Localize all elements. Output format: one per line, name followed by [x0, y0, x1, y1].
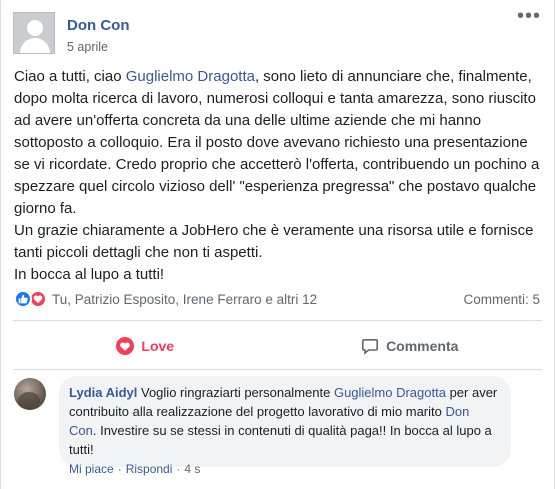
commenter-avatar[interactable]	[14, 378, 46, 410]
post-paragraph: Ciao a tutti, ciao Guglielmo Dragotta, s…	[14, 66, 546, 220]
heart-icon	[116, 337, 135, 355]
divider	[13, 320, 542, 321]
separator: ·	[176, 462, 181, 476]
avatar-photo-shade	[18, 392, 40, 410]
love-button[interactable]: Love	[13, 328, 278, 364]
comment-text-segment: . Investire su se stessi in contenuti di…	[69, 423, 492, 457]
comment-count[interactable]: Commenti: 5	[463, 292, 540, 307]
divider	[13, 369, 542, 370]
post-date[interactable]: 5 aprile	[67, 40, 108, 54]
comment-author[interactable]: Lydia Aidyl	[69, 385, 137, 400]
post-author[interactable]: Don Con	[67, 17, 129, 34]
love-button-label: Love	[141, 338, 175, 354]
post-paragraph: In bocca al lupo a tutti!	[14, 266, 165, 283]
comment-icon	[362, 339, 379, 355]
comment-bubble: Lydia Aidyl Voglio ringraziarti personal…	[59, 376, 511, 467]
post-text-segment: , sono lieto di annunciare che, finalmen…	[14, 68, 540, 217]
comment-time[interactable]: 4 s	[184, 462, 200, 476]
author-avatar[interactable]	[13, 12, 55, 54]
mention-link[interactable]: Guglielmo Dragotta	[334, 385, 446, 400]
reaction-names[interactable]: Tu, Patrizio Esposito, Irene Ferraro e a…	[52, 292, 317, 307]
avatar-placeholder-body	[20, 38, 50, 53]
comment-text-segment: Voglio ringraziarti personalmente	[137, 385, 334, 400]
comment-meta: Mi piace · Rispondi · 4 s	[69, 462, 200, 476]
comment-reply-link[interactable]: Rispondi	[126, 462, 173, 476]
comment-button[interactable]: Commenta	[278, 328, 543, 364]
avatar-placeholder-head	[27, 20, 43, 36]
action-bar: Love Commenta	[13, 328, 542, 364]
post-text-segment: Ciao a tutti, ciao	[14, 68, 126, 85]
reactions-summary[interactable]: Tu, Patrizio Esposito, Irene Ferraro e a…	[14, 290, 317, 308]
comment-button-label: Commenta	[386, 338, 459, 354]
comment-like-link[interactable]: Mi piace	[69, 462, 114, 476]
separator: ·	[117, 462, 122, 476]
more-options-icon[interactable]: •••	[517, 6, 541, 26]
like-reaction-icon	[14, 290, 32, 308]
mention-link[interactable]: Guglielmo Dragotta	[126, 68, 255, 85]
post-text: Ciao a tutti, ciao Guglielmo Dragotta, s…	[14, 66, 546, 286]
post-card: Don Con 5 aprile ••• Ciao a tutti, ciao …	[0, 0, 555, 489]
post-paragraph: Un grazie chiaramente a JobHero che è ve…	[14, 222, 534, 261]
